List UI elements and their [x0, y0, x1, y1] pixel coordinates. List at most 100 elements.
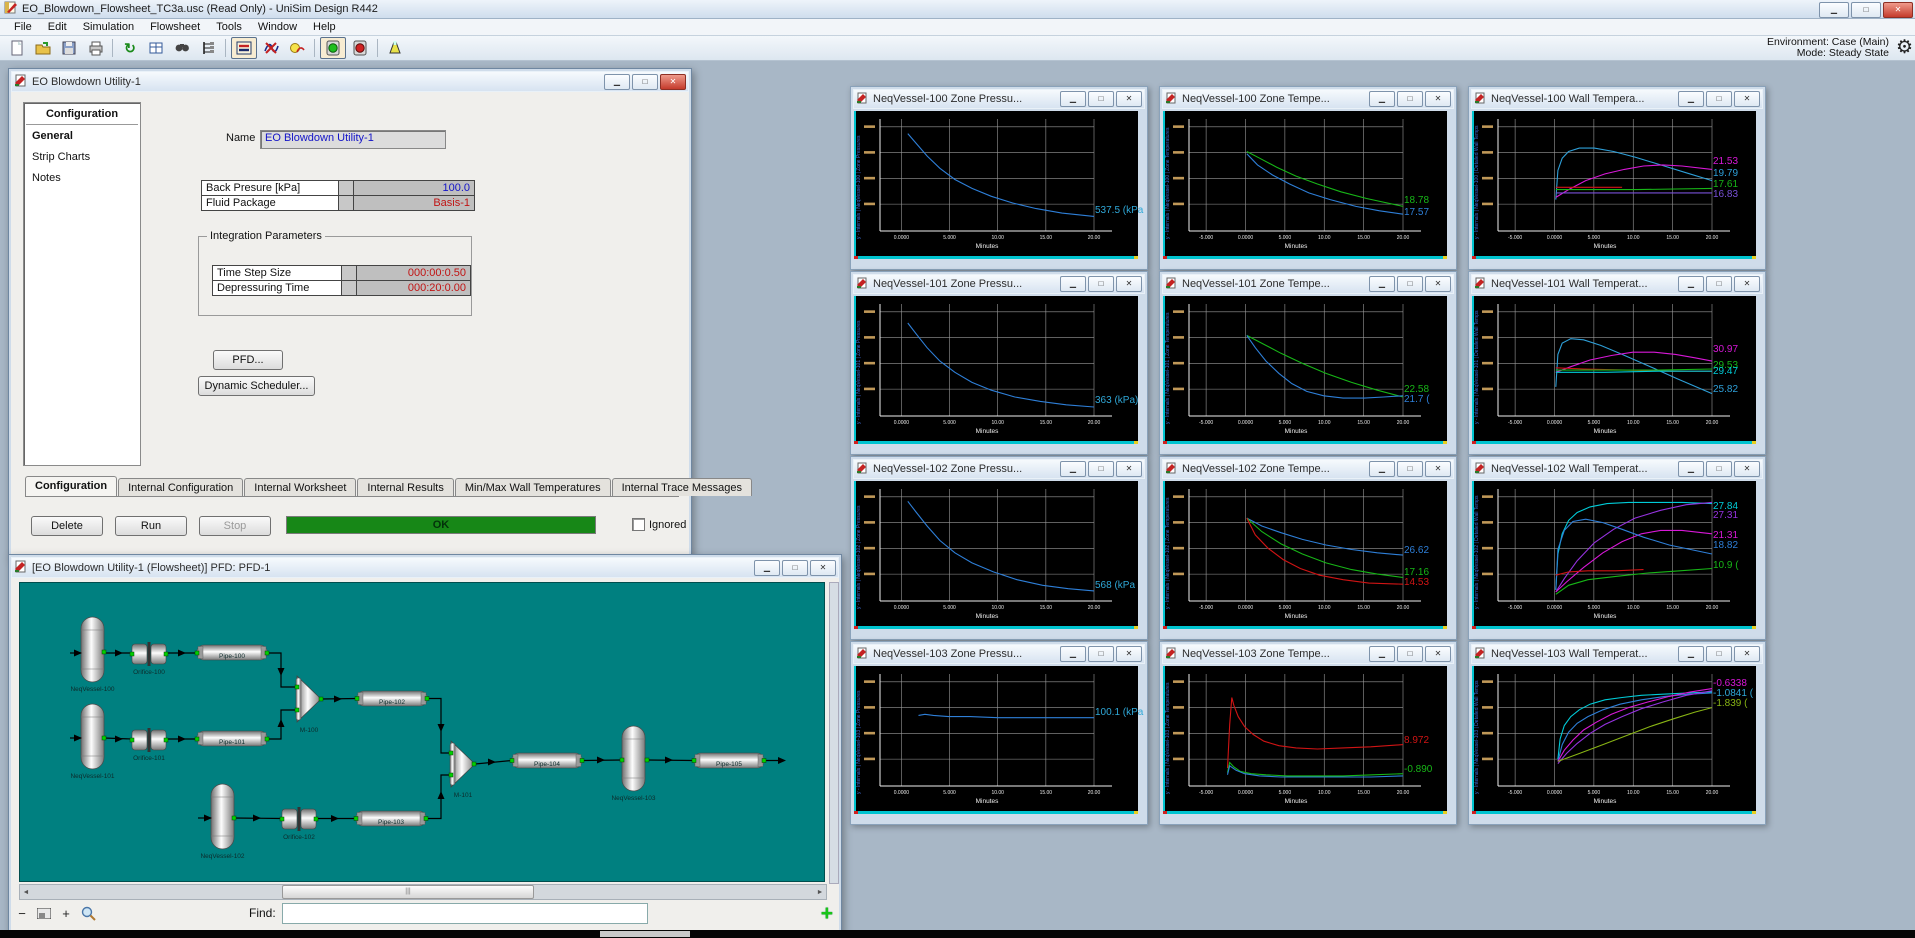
table-row[interactable]: Time Step Size000:00:0.50	[213, 266, 471, 281]
open-case-icon[interactable]	[31, 38, 55, 58]
param-value[interactable]: 000:00:0.50	[356, 266, 470, 281]
chart-bottom-scrollbar[interactable]	[1163, 811, 1447, 814]
save-case-icon[interactable]	[57, 38, 81, 58]
chart-minimize-button[interactable]: ▁	[1060, 276, 1086, 292]
chart-close-button[interactable]: ✕	[1425, 461, 1451, 477]
table-row[interactable]: Back Presure [kPa]100.0	[202, 181, 475, 196]
chart-titlebar[interactable]: NeqVessel-100 Wall Tempera...▁□✕	[1471, 89, 1763, 109]
run-button[interactable]: Run	[115, 516, 187, 536]
chart-bottom-scrollbar[interactable]	[1163, 256, 1447, 259]
pfd-vertical-scrollbar[interactable]	[829, 582, 839, 884]
chart-left-scrollbar[interactable]	[1472, 111, 1474, 256]
tab-internal-trace-messages[interactable]: Internal Trace Messages	[612, 478, 752, 496]
chart-bottom-scrollbar[interactable]	[1163, 626, 1447, 629]
pfd-node-orifice-102[interactable]	[282, 807, 316, 831]
chart-titlebar[interactable]: NeqVessel-102 Wall Temperat...▁□✕	[1471, 459, 1763, 479]
zoom-out-button[interactable]: −	[11, 903, 33, 923]
fit-view-button[interactable]	[33, 903, 55, 923]
stop-button[interactable]: Stop	[199, 516, 271, 536]
chart-minimize-button[interactable]: ▁	[1060, 646, 1086, 662]
pfd-node-orifice-100[interactable]	[132, 642, 166, 666]
chart-left-scrollbar[interactable]	[1163, 666, 1165, 811]
pfd-node-m-100[interactable]	[296, 676, 321, 722]
chart-restore-button[interactable]: □	[1088, 461, 1114, 477]
solver-holding-icon[interactable]	[348, 38, 372, 58]
recycle-icon[interactable]: ↻	[118, 38, 142, 58]
ignored-checkbox[interactable]	[632, 518, 645, 531]
chart-left-scrollbar[interactable]	[1472, 481, 1474, 626]
add-object-button[interactable]: +	[821, 902, 833, 926]
chart-bottom-scrollbar[interactable]	[854, 256, 1138, 259]
solver-active-icon[interactable]	[320, 37, 346, 59]
pfd-horizontal-scrollbar[interactable]: ◄ ||| ►	[19, 884, 827, 900]
dynamics-assistant-icon[interactable]	[285, 38, 309, 58]
chart-bottom-scrollbar[interactable]	[1163, 441, 1447, 444]
dynamic-scheduler-button[interactable]: Dynamic Scheduler...	[198, 376, 315, 396]
pfd-scrollbar-thumb[interactable]: |||	[282, 885, 534, 899]
chart-restore-button[interactable]: □	[1706, 461, 1732, 477]
chart-left-scrollbar[interactable]	[1163, 296, 1165, 441]
app-titlebar[interactable]: EO_Blowdown_Flowsheet_TC3a.usc (Read Onl…	[0, 0, 1915, 19]
chart-close-button[interactable]: ✕	[1734, 461, 1760, 477]
utility-close-button[interactable]: ✕	[660, 74, 686, 90]
chart-left-scrollbar[interactable]	[854, 296, 856, 441]
delete-button[interactable]: Delete	[31, 516, 103, 536]
pfd-node-neqvessel-101[interactable]	[81, 704, 104, 769]
tab-internal-worksheet[interactable]: Internal Worksheet	[244, 478, 356, 496]
chart-restore-button[interactable]: □	[1397, 461, 1423, 477]
integration-table[interactable]: Time Step Size000:00:0.50Depressuring Ti…	[212, 265, 471, 296]
chart-minimize-button[interactable]: ▁	[1060, 91, 1086, 107]
chart-titlebar[interactable]: NeqVessel-100 Zone Tempe...▁□✕	[1162, 89, 1454, 109]
chart-bottom-scrollbar[interactable]	[854, 626, 1138, 629]
tab-internal-results[interactable]: Internal Results	[357, 478, 453, 496]
chart-close-button[interactable]: ✕	[1734, 646, 1760, 662]
app-close-button[interactable]: ✕	[1883, 2, 1913, 18]
tab-internal-configuration[interactable]: Internal Configuration	[118, 478, 243, 496]
chart-titlebar[interactable]: NeqVessel-103 Zone Pressu...▁□✕	[853, 644, 1145, 664]
nav-item-notes[interactable]: Notes	[24, 167, 140, 188]
scroll-right-icon[interactable]: ►	[814, 889, 826, 896]
chart-minimize-button[interactable]: ▁	[1678, 276, 1704, 292]
menu-item-file[interactable]: File	[6, 20, 40, 34]
chart-close-button[interactable]: ✕	[1116, 646, 1142, 662]
chart-minimize-button[interactable]: ▁	[1678, 91, 1704, 107]
menu-item-edit[interactable]: Edit	[40, 20, 75, 34]
new-case-icon[interactable]	[5, 38, 29, 58]
chart-left-scrollbar[interactable]	[1163, 481, 1165, 626]
chart-bottom-scrollbar[interactable]	[854, 441, 1138, 444]
chart-close-button[interactable]: ✕	[1116, 91, 1142, 107]
pfd-minimize-button[interactable]: ▁	[754, 560, 780, 576]
pfd-close-button[interactable]: ✕	[810, 560, 836, 576]
chart-minimize-button[interactable]: ▁	[1369, 276, 1395, 292]
chart-close-button[interactable]: ✕	[1425, 646, 1451, 662]
menu-item-flowsheet[interactable]: Flowsheet	[142, 20, 208, 34]
chart-left-scrollbar[interactable]	[854, 481, 856, 626]
workbook-icon[interactable]	[144, 38, 168, 58]
chart-bottom-scrollbar[interactable]	[1472, 256, 1756, 259]
basis-environment-icon[interactable]	[383, 38, 407, 58]
chart-titlebar[interactable]: NeqVessel-103 Wall Temperat...▁□✕	[1471, 644, 1763, 664]
menu-item-window[interactable]: Window	[250, 20, 305, 34]
chart-titlebar[interactable]: NeqVessel-101 Zone Pressu...▁□✕	[853, 274, 1145, 294]
find-input[interactable]	[282, 903, 648, 924]
chart-close-button[interactable]: ✕	[1734, 91, 1760, 107]
chart-restore-button[interactable]: □	[1088, 276, 1114, 292]
chart-restore-button[interactable]: □	[1397, 646, 1423, 662]
chart-titlebar[interactable]: NeqVessel-102 Zone Tempe...▁□✕	[1162, 459, 1454, 479]
chart-minimize-button[interactable]: ▁	[1369, 91, 1395, 107]
pfd-restore-button[interactable]: □	[782, 560, 808, 576]
object-navigator-icon[interactable]	[196, 38, 220, 58]
chart-restore-button[interactable]: □	[1088, 91, 1114, 107]
menu-item-simulation[interactable]: Simulation	[75, 20, 142, 34]
utility-minimize-button[interactable]: ▁	[604, 74, 630, 90]
pfd-button[interactable]: PFD...	[213, 350, 283, 370]
app-maximize-button[interactable]: □	[1851, 2, 1881, 18]
chart-restore-button[interactable]: □	[1397, 91, 1423, 107]
tab-configuration[interactable]: Configuration	[25, 476, 117, 496]
chart-left-scrollbar[interactable]	[1163, 111, 1165, 256]
chart-titlebar[interactable]: NeqVessel-101 Wall Temperat...▁□✕	[1471, 274, 1763, 294]
print-icon[interactable]	[83, 38, 107, 58]
chart-titlebar[interactable]: NeqVessel-100 Zone Pressu...▁□✕	[853, 89, 1145, 109]
chart-left-scrollbar[interactable]	[1472, 666, 1474, 811]
chart-titlebar[interactable]: NeqVessel-103 Zone Tempe...▁□✕	[1162, 644, 1454, 664]
